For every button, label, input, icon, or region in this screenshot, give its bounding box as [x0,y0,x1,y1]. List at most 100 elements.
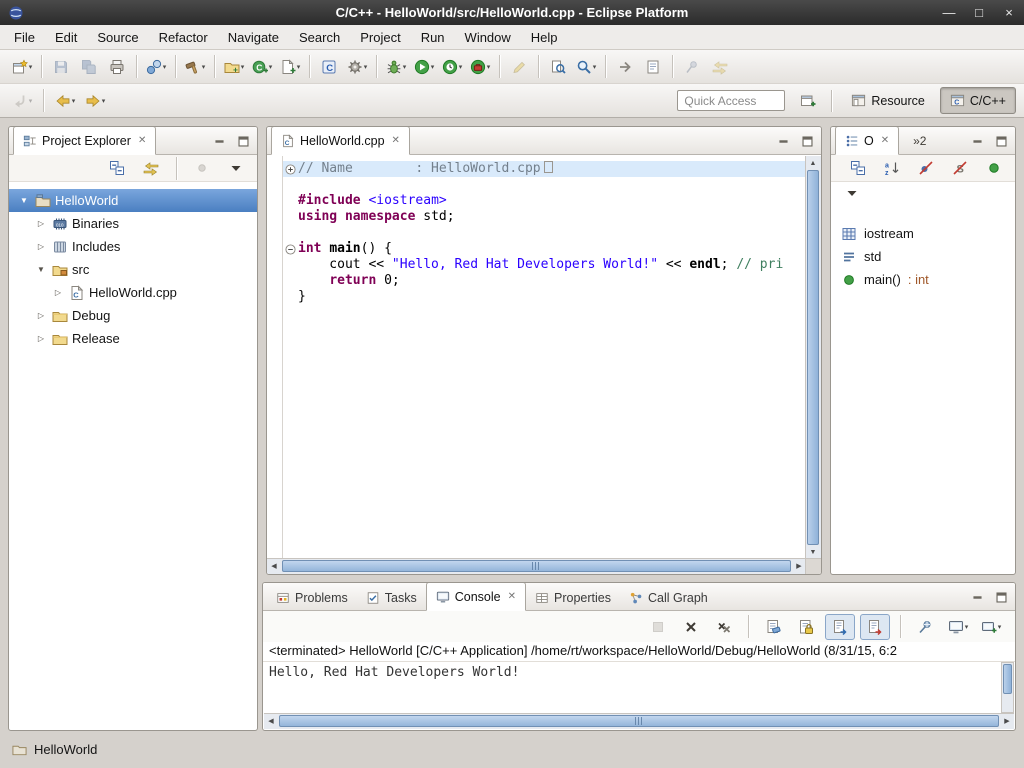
dropdown-arrow-icon[interactable]: ▾ [403,63,407,71]
maximize-button[interactable]: □ [972,0,986,25]
console-output[interactable]: Hello, Red Hat Developers World! [263,662,1015,683]
tab-call-graph[interactable]: Call Graph [620,584,717,611]
menu-edit[interactable]: Edit [45,27,87,48]
remove-all-button[interactable] [710,615,738,639]
dropdown-arrow-icon[interactable]: ▾ [459,63,463,71]
menu-run[interactable]: Run [411,27,455,48]
dropdown-arrow-icon[interactable]: ▾ [241,63,245,71]
outline-item-std[interactable]: std [831,245,1015,268]
perspective-resource-button[interactable]: Resource [841,87,935,114]
open-perspective-button[interactable] [794,89,822,113]
expander-closed-icon[interactable]: ▷ [51,288,65,297]
stdout-toggle-button[interactable] [825,614,855,640]
build-all-button[interactable]: ▾ [181,55,209,79]
dropdown-arrow-icon[interactable]: ▾ [29,63,33,71]
clear-console-button[interactable] [759,615,787,639]
editor-body[interactable]: // Name : HelloWorld.cpp #include <iostre… [267,156,806,559]
tree-item-debug[interactable]: ▷Debug [9,304,257,327]
scrollbar-thumb[interactable] [1003,664,1012,694]
dropdown-arrow-icon[interactable]: ▾ [965,623,969,631]
close-icon[interactable]: ✕ [508,591,516,602]
expander-closed-icon[interactable]: ▷ [34,242,48,251]
new-c-project-button[interactable]: +▾ [220,55,248,79]
pin-console-button[interactable] [911,615,939,639]
open-console-button[interactable]: ▾ [977,615,1005,639]
display-console-button[interactable]: ▾ [944,615,972,639]
code-line-1[interactable]: // Name : HelloWorld.cpp [283,161,806,177]
back-button[interactable]: ▾ [51,89,79,113]
new-connection-button[interactable]: ▾ [142,55,170,79]
dropdown-arrow-icon[interactable]: ▾ [72,97,76,105]
minimize-view-button[interactable] [212,134,226,148]
folded-region-indicator[interactable] [544,161,553,173]
console-vertical-scrollbar[interactable] [1001,662,1014,713]
dropdown-arrow-icon[interactable]: ▾ [487,63,491,71]
remove-launch-button[interactable] [677,615,705,639]
tree-item-helloworld-cpp[interactable]: ▷CHelloWorld.cpp [9,281,257,304]
dropdown-arrow-icon[interactable]: ▾ [431,63,435,71]
expander-closed-icon[interactable]: ▷ [34,219,48,228]
dropdown-arrow-icon[interactable]: ▾ [364,63,368,71]
debug-button[interactable]: ▾ [382,55,410,79]
tab-tasks[interactable]: Tasks [357,584,426,611]
outline-item-main[interactable]: main() : int [831,268,1015,291]
fold-plus-icon[interactable] [283,164,298,175]
tree-item-includes[interactable]: ▷Includes [9,235,257,258]
stderr-toggle-button[interactable] [860,614,890,640]
tree-item-src[interactable]: ▼src [9,258,257,281]
tab-outline[interactable]: O ✕ [835,126,899,155]
code-line-3[interactable]: #include <iostream> [283,193,806,209]
code-line-9[interactable]: } [283,289,806,305]
scroll-left-arrow-icon[interactable]: ◀ [267,559,281,573]
scrollbar-thumb[interactable] [807,170,819,545]
scroll-down-arrow-icon[interactable]: ▼ [806,545,820,559]
annotations-button[interactable] [611,55,639,79]
scrollbar-thumb[interactable] [279,715,999,727]
scroll-lock-button[interactable] [792,615,820,639]
close-button[interactable]: × [1002,0,1016,25]
scroll-right-arrow-icon[interactable]: ▶ [792,559,806,573]
menu-source[interactable]: Source [87,27,148,48]
new-source-file-button[interactable]: ▾ [276,55,304,79]
quick-access-input[interactable] [677,90,785,111]
hide-fields-button[interactable] [912,156,940,180]
scroll-up-arrow-icon[interactable]: ▲ [806,156,820,170]
outline-item-iostream[interactable]: iostream [831,222,1015,245]
view-menu-button[interactable] [838,181,866,205]
maximize-view-button[interactable] [994,590,1008,604]
code-line-7[interactable]: cout << "Hello, Red Hat Developers World… [283,257,806,273]
print-button[interactable] [103,55,131,79]
code-line-2[interactable] [283,177,806,193]
code-line-4[interactable]: using namespace std; [283,209,806,225]
expander-open-icon[interactable]: ▼ [34,265,48,274]
build-config-button[interactable]: ▾ [343,55,371,79]
code-line-5[interactable] [283,225,806,241]
c-project-button[interactable]: C [315,55,343,79]
forward-button[interactable]: ▾ [81,89,109,113]
tree-item-binaries[interactable]: ▷010Binaries [9,212,257,235]
open-element-button[interactable] [544,55,572,79]
hide-static-button[interactable]: S [946,156,974,180]
hidden-tabs-chevron[interactable]: »2 [913,134,926,148]
console-horizontal-scrollbar[interactable]: ◀ ▶ [264,713,1014,729]
sort-button[interactable]: az [878,156,906,180]
editor-vertical-scrollbar[interactable]: ▲ ▼ [805,156,821,559]
profile-button[interactable]: ▾ [438,55,466,79]
dropdown-arrow-icon[interactable]: ▾ [102,97,106,105]
tree-item-release[interactable]: ▷Release [9,327,257,350]
minimize-button[interactable]: — [942,0,956,25]
dropdown-arrow-icon[interactable]: ▾ [998,623,1002,631]
dropdown-arrow-icon[interactable]: ▾ [29,97,33,105]
menu-file[interactable]: File [4,27,45,48]
code-line-8[interactable]: return 0; [283,273,806,289]
dropdown-arrow-icon[interactable]: ▾ [202,63,206,71]
dropdown-arrow-icon[interactable]: ▾ [297,63,301,71]
dropdown-arrow-icon[interactable]: ▾ [163,63,167,71]
tree-item-helloworld[interactable]: ▼HelloWorld [9,189,257,212]
scrollbar-thumb[interactable] [282,560,791,572]
close-icon[interactable]: ✕ [392,135,400,146]
minimize-view-button[interactable] [970,590,984,604]
scroll-left-arrow-icon[interactable]: ◀ [264,714,278,728]
menu-window[interactable]: Window [455,27,521,48]
dropdown-arrow-icon[interactable]: ▾ [593,63,597,71]
